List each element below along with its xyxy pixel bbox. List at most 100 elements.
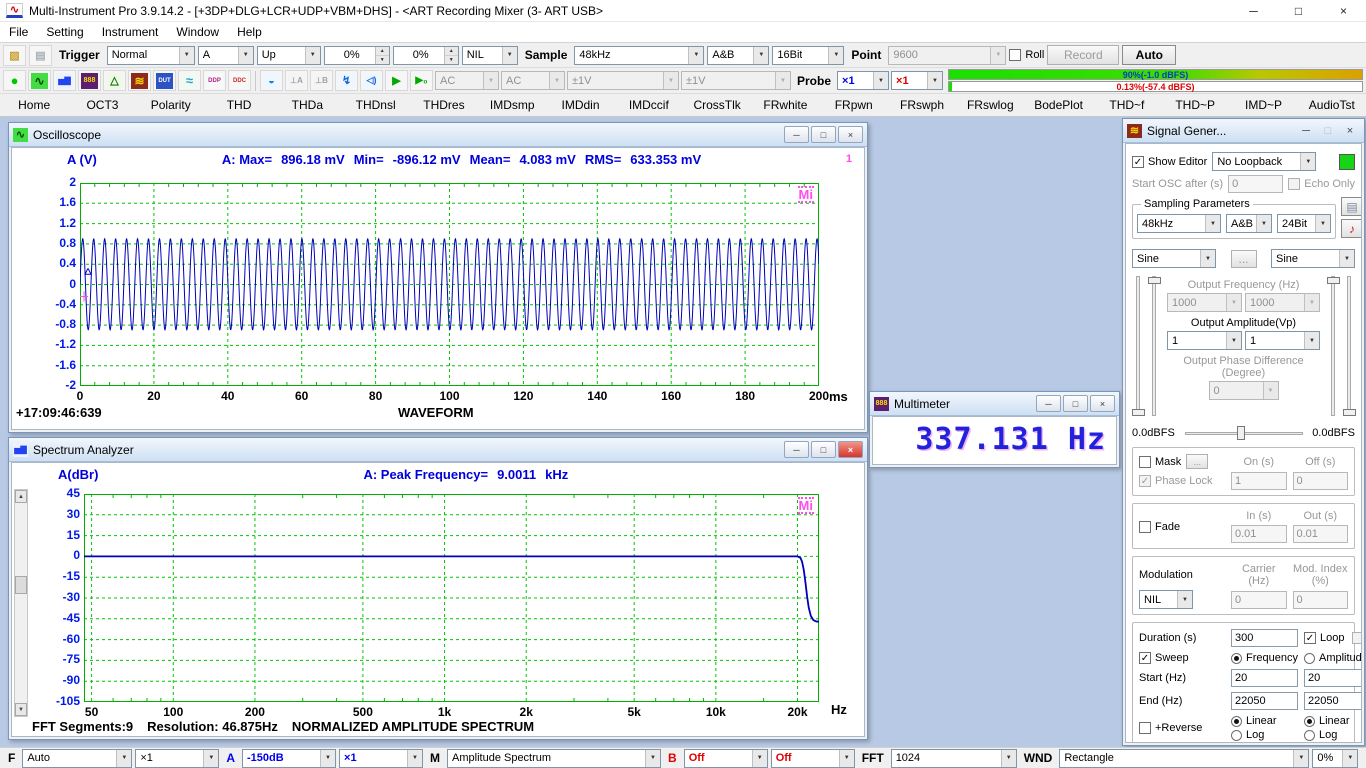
spinner-buttons[interactable]: ▲▼ <box>375 47 389 64</box>
signal-generator-icon[interactable]: ≋ <box>128 70 151 91</box>
a-mult-combo[interactable]: ×1▼ <box>339 749 423 768</box>
trigger-filter-combo[interactable]: NIL▼ <box>462 46 518 65</box>
b-range-combo[interactable]: Off▼ <box>684 749 768 768</box>
loop-checkbox[interactable]: ✓Loop <box>1304 632 1344 644</box>
trigger-mode-combo[interactable]: Normal▼ <box>107 46 195 65</box>
zero-a-icon[interactable]: ⊥A <box>285 70 308 91</box>
waveform-a-combo[interactable]: Sine▼ <box>1132 249 1216 268</box>
zero-b-icon[interactable]: ⊥B <box>310 70 333 91</box>
a-outer-slider[interactable] <box>1136 276 1140 416</box>
sound-device-icon[interactable]: ◒ <box>260 70 283 91</box>
tab-frswlog[interactable]: FRswlog <box>956 94 1024 116</box>
tab-bodeplot[interactable]: BodePlot <box>1024 94 1092 116</box>
balance-slider[interactable] <box>1185 426 1303 440</box>
menu-setting[interactable]: Setting <box>37 25 92 39</box>
spectrum-plot[interactable]: Mi Hz 4530150-15-30-45-60-75-90-10550100… <box>84 494 819 702</box>
a-level-slider[interactable] <box>1152 276 1156 416</box>
oscilloscope-minimize-button[interactable]: ─ <box>784 126 809 143</box>
siggen-rate-combo[interactable]: 48kHz▼ <box>1137 214 1221 233</box>
roll-checkbox[interactable]: Roll <box>1009 49 1044 61</box>
sweep-checkbox[interactable]: ✓Sweep <box>1139 652 1225 664</box>
multimeter-close-button[interactable]: × <box>1090 395 1115 412</box>
spectrum-minimize-button[interactable]: ─ <box>784 441 809 458</box>
derived-data-curve-icon[interactable]: ≈ <box>178 70 201 91</box>
oscilloscope-plot[interactable]: Mi ms 21.61.20.80.40-0.4-0.8-1.2-1.6-202… <box>80 183 819 386</box>
spin-up-icon[interactable]: ▲ <box>445 47 458 56</box>
frequency-mult-combo[interactable]: ×1▼ <box>135 749 219 768</box>
sweep-b-linear-radio[interactable]: Linear <box>1304 715 1362 727</box>
tab-imdsmp[interactable]: IMDsmp <box>478 94 546 116</box>
trigger-source-combo[interactable]: A▼ <box>198 46 254 65</box>
probe-a-combo[interactable]: ×1▼ <box>837 71 889 90</box>
multimeter-titlebar[interactable]: 888 Multimeter ─ □ × <box>870 392 1119 416</box>
tab-home[interactable]: Home <box>0 94 68 116</box>
overlap-combo[interactable]: 0%▼ <box>1312 749 1358 768</box>
spin-up-icon[interactable]: ▲ <box>376 47 389 56</box>
tab-thdres[interactable]: THDres <box>410 94 478 116</box>
oscilloscope-close-button[interactable]: × <box>838 126 863 143</box>
ddc-icon[interactable]: DDC <box>228 70 251 91</box>
tab-audiotst[interactable]: AudioTst <box>1298 94 1366 116</box>
multimeter-minimize-button[interactable]: ─ <box>1036 395 1061 412</box>
b-outer-slider[interactable] <box>1347 276 1351 416</box>
siggen-minimize-button[interactable]: ─ <box>1296 122 1316 139</box>
device-test-plan-icon[interactable]: DUT <box>153 70 176 91</box>
a-range-combo[interactable]: -150dB▼ <box>242 749 336 768</box>
fade-checkbox[interactable]: Fade <box>1139 521 1225 533</box>
show-editor-checkbox[interactable]: ✓Show Editor <box>1132 156 1207 168</box>
tab-frpwn[interactable]: FRpwn <box>820 94 888 116</box>
scroll-down-icon[interactable]: ▼ <box>15 703 27 716</box>
sweep-frequency-radio[interactable]: Frequency <box>1231 652 1298 664</box>
menu-file[interactable]: File <box>0 25 37 39</box>
tab-oct3[interactable]: OCT3 <box>68 94 136 116</box>
b-level-slider[interactable] <box>1331 276 1335 416</box>
tab-thd[interactable]: THD <box>205 94 273 116</box>
spectrum-analyzer-icon[interactable]: ▅▇ <box>53 70 76 91</box>
minimize-button[interactable]: ─ <box>1231 0 1276 21</box>
signal-generator-titlebar[interactable]: ≋ Signal Gener... ─ □ × <box>1123 119 1364 143</box>
amplitude-b-combo[interactable]: 1▼ <box>1245 331 1320 350</box>
trigger-edge-combo[interactable]: Up▼ <box>257 46 321 65</box>
siggen-bits-combo[interactable]: 24Bit▼ <box>1277 214 1331 233</box>
spectrum-restore-button[interactable]: □ <box>811 441 836 458</box>
frequency-axis-combo[interactable]: Auto▼ <box>22 749 132 768</box>
amplitude-a-combo[interactable]: 1▼ <box>1167 331 1242 350</box>
scroll-thumb[interactable] <box>15 576 27 594</box>
sweep-start-b-input[interactable]: 20 <box>1304 669 1362 687</box>
sweep-b-log-radio[interactable]: Log <box>1304 729 1362 741</box>
tab-thdnsl[interactable]: THDnsl <box>341 94 409 116</box>
probe-b-combo[interactable]: ×1▼ <box>891 71 943 90</box>
reverse-checkbox[interactable]: +Reverse <box>1139 722 1225 734</box>
main-titlebar[interactable]: ∿ Multi-Instrument Pro 3.9.14.2 - [+3DP+… <box>0 0 1366 22</box>
display-mode-combo[interactable]: Amplitude Spectrum▼ <box>447 749 661 768</box>
tab-frswph[interactable]: FRswph <box>888 94 956 116</box>
tab-thda[interactable]: THDa <box>273 94 341 116</box>
note-signal-button[interactable]: ♪ <box>1341 219 1362 238</box>
b-mult-combo[interactable]: Off▼ <box>771 749 855 768</box>
tab-frwhite[interactable]: FRwhite <box>751 94 819 116</box>
oscilloscope-icon[interactable]: ∿ <box>28 70 51 91</box>
probe-calibration-icon[interactable]: ↯ <box>335 70 358 91</box>
multimeter-restore-button[interactable]: □ <box>1063 395 1088 412</box>
window-function-combo[interactable]: Rectangle▼ <box>1059 749 1309 768</box>
tab-imdccif[interactable]: IMDccif <box>615 94 683 116</box>
modulation-combo[interactable]: NIL▼ <box>1139 590 1193 609</box>
multimeter-icon[interactable]: 888 <box>78 70 101 91</box>
siggen-channels-combo[interactable]: A&B▼ <box>1226 214 1272 233</box>
tab-polarity[interactable]: Polarity <box>137 94 205 116</box>
sweep-end-b-input[interactable]: 22050 <box>1304 692 1362 710</box>
loopback-combo[interactable]: No Loopback▼ <box>1212 152 1316 171</box>
oscilloscope-titlebar[interactable]: ∿ Oscilloscope ─ □ × <box>9 123 867 147</box>
menu-window[interactable]: Window <box>167 25 228 39</box>
sweep-a-linear-radio[interactable]: Linear <box>1231 715 1298 727</box>
tab-imddin[interactable]: IMDdin <box>546 94 614 116</box>
spectrum-3d-plot-icon[interactable]: △ <box>103 70 126 91</box>
play-loop-icon[interactable]: ▶₀ <box>410 70 433 91</box>
sampling-bits-combo[interactable]: 16Bit▼ <box>772 46 844 65</box>
tab-thd-f[interactable]: THD~f <box>1093 94 1161 116</box>
trigger-delay-spinner[interactable]: 0%▲▼ <box>393 46 459 65</box>
waveform-b-combo[interactable]: Sine▼ <box>1271 249 1355 268</box>
ddp-viewer-icon[interactable]: DDP <box>203 70 226 91</box>
sweep-start-a-input[interactable]: 20 <box>1231 669 1298 687</box>
play-icon[interactable]: ▶ <box>385 70 408 91</box>
